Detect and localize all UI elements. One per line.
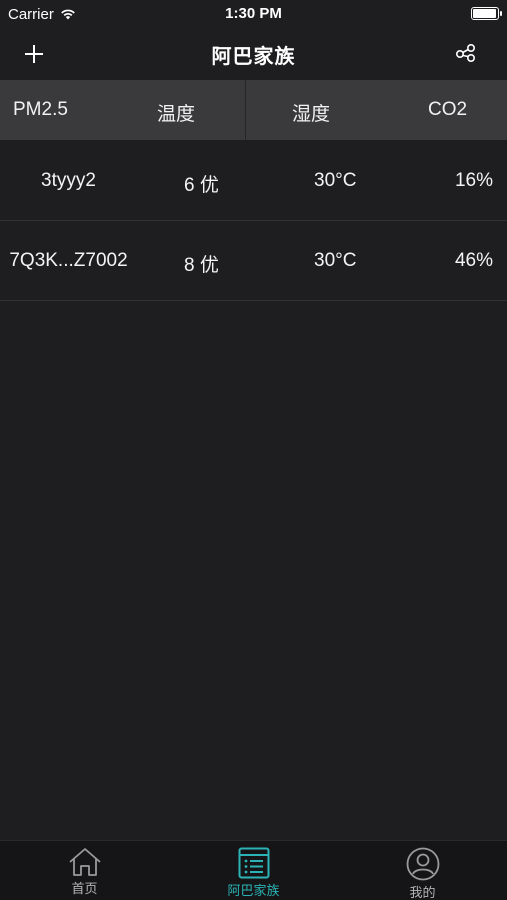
tab-bar: 首页 阿巴家族 我的 [0,840,507,900]
humidity-value: 16% [454,170,493,191]
share-button[interactable] [455,42,477,64]
header-divider [245,80,246,140]
page-title: 阿巴家族 [211,45,296,68]
tab-family-label: 阿巴家族 [227,883,280,898]
add-button[interactable] [18,38,50,70]
plus-icon [25,45,43,63]
header-humidity[interactable]: 湿度 [292,99,330,126]
temperature-value: 30°C [314,170,357,191]
table-row[interactable]: 7Q3K...Z7002 8 优 30°C 46% [0,221,507,301]
header-co2[interactable]: CO2 [428,99,467,121]
home-icon [68,848,101,876]
tab-family[interactable]: 阿巴家族 [169,841,338,900]
battery-icon [471,7,502,20]
tab-mine-label: 我的 [409,885,436,900]
table-row[interactable]: 3tyyy2 6 优 30°C 16% [0,141,507,221]
tab-mine[interactable]: 我的 [338,841,507,900]
tab-home[interactable]: 首页 [0,841,169,900]
share-icon [455,43,476,63]
temperature-value: 30°C [314,250,357,271]
navigation-bar: 阿巴家族 [0,28,507,80]
device-name: 3tyyy2 [41,170,96,191]
header-temperature[interactable]: 温度 [157,99,195,126]
pm25-value: 8 优 [184,255,219,276]
humidity-value: 46% [454,250,493,271]
tab-home-label: 首页 [71,881,98,896]
user-icon [406,847,439,881]
table-header: PM2.5 温度 湿度 CO2 [0,80,507,140]
pm25-value: 6 优 [184,175,219,196]
status-time: 1:30 PM [225,5,282,22]
header-pm25[interactable]: PM2.5 [13,99,68,121]
status-bar: Carrier 1:30 PM [0,0,507,28]
device-name: 7Q3K...Z7002 [9,250,128,271]
list-icon [238,847,269,879]
